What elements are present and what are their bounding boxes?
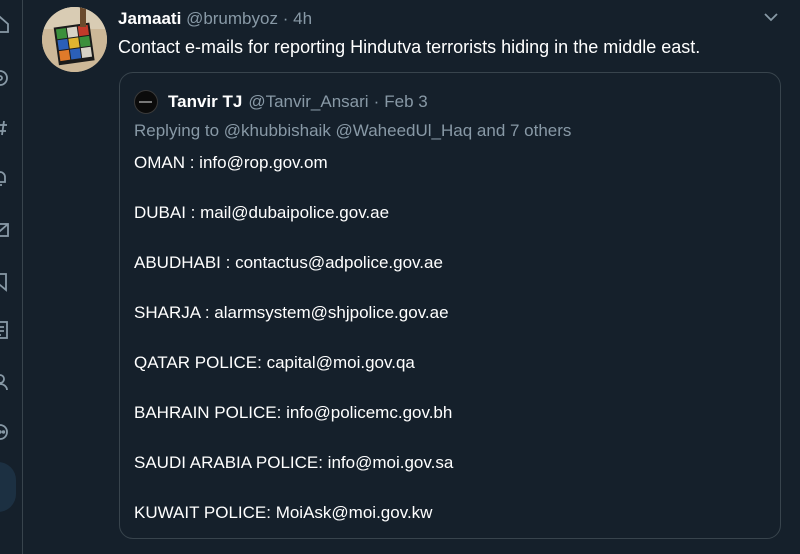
separator: · xyxy=(373,92,380,111)
chevron-down-icon[interactable] xyxy=(762,8,780,26)
replying-prefix: Replying to xyxy=(134,121,224,140)
tweet-header: Jamaati @brumbyoz · 4h xyxy=(118,9,312,29)
avatar[interactable] xyxy=(42,7,107,72)
quoted-avatar xyxy=(134,90,158,114)
messages-icon[interactable] xyxy=(0,220,10,240)
tweet-compose-button[interactable] xyxy=(0,462,16,512)
contact-line-sharja: SHARJA : alarmsystem@shjpolice.gov.ae xyxy=(134,303,449,322)
contact-line-saudi: SAUDI ARABIA POLICE: info@moi.gov.sa xyxy=(134,453,454,472)
lists-icon[interactable] xyxy=(0,320,10,340)
tweet[interactable]: Jamaati @brumbyoz · 4h Contact e-mails f… xyxy=(23,0,800,554)
quoted-tweet-header: Tanvir TJ @Tanvir_Ansari · Feb 3 xyxy=(134,90,428,114)
home-icon[interactable] xyxy=(0,14,10,34)
hashtag-icon[interactable] xyxy=(0,118,10,138)
author-name[interactable]: Jamaati xyxy=(118,9,181,28)
quoted-author-handle: @Tanvir_Ansari xyxy=(248,92,369,111)
contact-line-oman: OMAN : info@rop.gov.om xyxy=(134,153,328,172)
profile-icon[interactable] xyxy=(0,372,10,392)
replying-suffix[interactable]: and 7 others xyxy=(472,121,572,140)
sidebar-nav xyxy=(0,0,23,554)
contact-line-abudhabi: ABUDHABI : contactus@adpolice.gov.ae xyxy=(134,253,443,272)
contact-line-dubai: DUBAI : mail@dubaipolice.gov.ae xyxy=(134,203,390,222)
author-handle[interactable]: @brumbyoz xyxy=(186,9,278,28)
more-icon[interactable] xyxy=(0,422,10,442)
contact-line-qatar: QATAR POLICE: capital@moi.gov.qa xyxy=(134,353,415,372)
replying-mentions[interactable]: @khubbishaik @WaheedUl_Haq xyxy=(224,121,472,140)
quoted-tweet-date: Feb 3 xyxy=(384,92,428,111)
quoted-author-name: Tanvir TJ xyxy=(168,92,243,111)
quoted-tweet-body: OMAN : info@rop.gov.om DUBAI : mail@duba… xyxy=(134,153,453,553)
quoted-tweet[interactable]: Tanvir TJ @Tanvir_Ansari · Feb 3 Replyin… xyxy=(119,72,781,539)
tweet-text: Contact e-mails for reporting Hindutva t… xyxy=(118,37,701,57)
notifications-icon[interactable] xyxy=(0,168,10,188)
explore-icon[interactable] xyxy=(0,68,10,88)
tweet-time[interactable]: 4h xyxy=(293,9,312,28)
contact-line-kuwait: KUWAIT POLICE: MoiAsk@moi.gov.kw xyxy=(134,503,433,522)
separator: · xyxy=(282,9,289,28)
contact-line-bahrain: BAHRAIN POLICE: info@policemc.gov.bh xyxy=(134,403,453,422)
replying-to: Replying to @khubbishaik @WaheedUl_Haq a… xyxy=(134,121,571,141)
bookmarks-icon[interactable] xyxy=(0,272,10,292)
